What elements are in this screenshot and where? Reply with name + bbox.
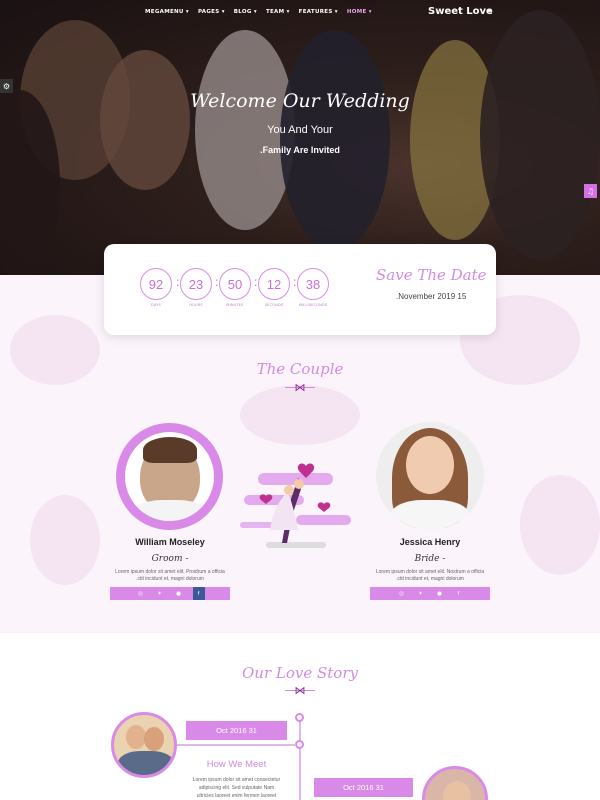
timeline-dot [295, 713, 304, 722]
countdown-seconds-value: 12 [258, 268, 290, 300]
story-section-title: Our Love Story [242, 664, 358, 682]
countdown-separator: : [254, 275, 258, 289]
countdown-hours-value: 23 [180, 268, 212, 300]
facebook-icon[interactable]: f [454, 589, 464, 599]
facebook-icon[interactable]: f [192, 587, 205, 600]
countdown-separator: : [176, 275, 180, 289]
countdown-minutes: 50 MINUTES [219, 268, 251, 307]
countdown-separator: : [293, 275, 297, 289]
save-the-date-date: .November 2019 15 [396, 292, 467, 301]
countdown-seconds: 12 SECONDS [258, 268, 290, 307]
countdown-ms-label: MILLISECONDS [298, 303, 328, 307]
countdown-hours: 23 HOURS [180, 268, 212, 307]
countdown-days: 92 DAYS [140, 268, 172, 307]
countdown-days-value: 92 [140, 268, 172, 300]
hero-subtitle: You And Your [267, 124, 333, 136]
hero-section: MEGAMENU ▾ PAGES ▾ BLOG ▾ TEAM ▾ FEATURE… [0, 0, 600, 275]
hamburger-icon[interactable]: ≡ [486, 7, 493, 16]
bride-social-bar: ◎ ✦ ● f [370, 587, 490, 600]
bowtie-icon: ⋈ [285, 685, 315, 697]
story-photo-1 [111, 712, 177, 778]
groom-name: William Moseley [135, 537, 205, 547]
groom-description: Lorem ipsum dolor sit amet elit. Proidru… [115, 569, 225, 582]
hero-subtitle-2: .Family Are Invited [260, 145, 340, 155]
instagram-icon[interactable]: ◎ [397, 589, 407, 599]
nav-item-team[interactable]: TEAM ▾ [266, 9, 290, 15]
bride-name: Jessica Henry [399, 537, 461, 547]
couple-illustration [240, 463, 351, 548]
bride-role: Bride - [414, 554, 446, 564]
pinterest-icon[interactable]: ● [435, 589, 445, 599]
timeline-dot [295, 740, 304, 749]
twitter-icon[interactable]: ✦ [416, 589, 426, 599]
countdown-minutes-label: MINUTES [226, 303, 244, 307]
countdown-seconds-label: SECONDS [264, 303, 284, 307]
instagram-icon[interactable]: ◎ [136, 589, 146, 599]
countdown-milliseconds: 38 MILLISECONDS [297, 268, 329, 307]
countdown-minutes-value: 50 [219, 268, 251, 300]
timeline-line [299, 716, 301, 800]
twitter-icon[interactable]: ✦ [155, 589, 165, 599]
hero-title: Welcome Our Wedding [190, 90, 410, 112]
brand-logo[interactable]: Sweet Love [428, 6, 493, 17]
timeline-connector [172, 744, 296, 746]
bride-description: Lorem ipsum dolor sit amet elit. Nostrum… [375, 569, 485, 582]
countdown-hours-label: HOURS [189, 303, 203, 307]
countdown-card: 92 DAYS : 23 HOURS : 50 MINUTES : 12 SEC… [104, 244, 496, 335]
bride-avatar [376, 422, 484, 530]
groom-role: Groom - [151, 554, 189, 564]
countdown-ms-value: 38 [297, 268, 329, 300]
music-icon[interactable]: ♫ [584, 184, 597, 198]
nav-item-blog[interactable]: BLOG ▾ [234, 9, 257, 15]
hero-overlay [0, 0, 600, 275]
nav-item-pages[interactable]: PAGES ▾ [198, 9, 225, 15]
countdown-days-label: DAYS [151, 303, 161, 307]
story-date-1: Oct 2016 31 [186, 721, 287, 740]
top-navbar: MEGAMENU ▾ PAGES ▾ BLOG ▾ TEAM ▾ FEATURE… [0, 0, 600, 28]
nav-item-megamenu[interactable]: MEGAMENU ▾ [145, 9, 189, 15]
groom-social-bar: ◎ ✦ ● f [110, 587, 230, 600]
couple-section-title: The Couple [256, 360, 344, 378]
bowtie-icon: ⋈ [285, 382, 315, 394]
story-description-1: Lorem ipsum dolor sit amet consectetur a… [192, 777, 281, 799]
nav-item-home[interactable]: HOME ▾ [347, 9, 372, 15]
groom-avatar-ring [116, 423, 223, 530]
pinterest-icon[interactable]: ● [174, 589, 184, 599]
story-photo-2 [422, 766, 488, 800]
save-the-date-title: Save The Date [376, 266, 487, 284]
story-heading-1: How We Meet [206, 759, 267, 770]
nav-item-features[interactable]: FEATURES ▾ [299, 9, 338, 15]
nav-menu: MEGAMENU ▾ PAGES ▾ BLOG ▾ TEAM ▾ FEATURE… [145, 9, 372, 15]
story-date-2: Oct 2016 31 [314, 778, 413, 797]
countdown-separator: : [215, 275, 219, 289]
groom-avatar [125, 432, 214, 521]
